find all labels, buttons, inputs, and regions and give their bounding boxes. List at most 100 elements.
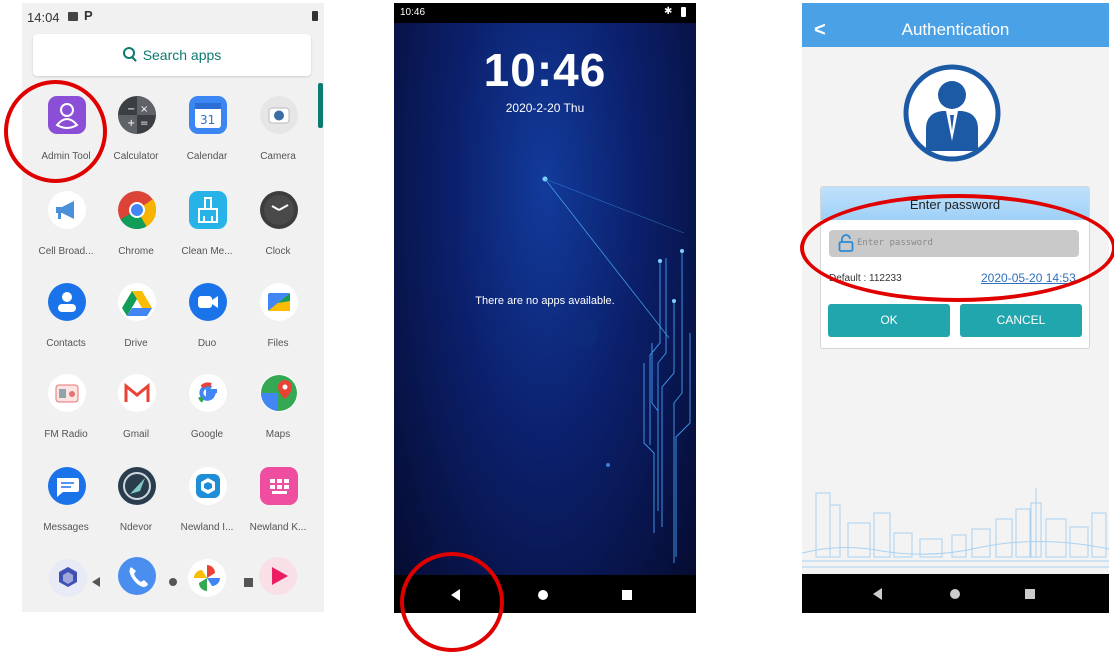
svg-text:=: = [140,118,148,129]
photos-icon[interactable] [188,559,226,597]
radio-icon [48,374,86,412]
broom-icon [189,191,227,229]
back-icon[interactable] [92,577,100,587]
app-gmail[interactable]: Gmail [100,374,172,454]
status-bar: 10:46 ✱ [394,3,696,23]
app-files[interactable]: Files [242,283,314,363]
battery-icon [681,7,686,17]
app-cell-broadcast[interactable]: Cell Broad... [30,191,102,271]
highlight-circle-admin-tool [4,80,107,183]
app-label: Duo [197,338,217,349]
home-icon[interactable] [538,590,548,600]
lock-date: 2020-2-20 Thu [505,101,585,115]
app-label: Chrome [118,246,154,257]
home-icon[interactable] [169,578,177,586]
newland-icon [189,467,227,505]
user-avatar-icon [903,64,1001,162]
recents-icon[interactable] [622,590,632,600]
messages-icon [48,467,86,505]
app-newland-keyboard[interactable]: Newland K... [242,467,314,547]
app-google[interactable]: Google [171,374,243,454]
highlight-circle-back-button [400,552,504,652]
app-duo[interactable]: Duo [171,283,243,363]
app-label: Calculator [113,151,159,162]
app-clean-master[interactable]: Clean Me... [171,191,243,271]
authentication-screen: < Authentication Enter password Enter pa… [802,3,1109,613]
play-movies-icon[interactable] [259,557,297,595]
app-label: Camera [260,151,296,162]
navigation-bar [802,574,1109,613]
app-clock[interactable]: Clock [242,191,314,271]
lock-clock: 10:46 [483,44,607,96]
drive-icon [118,283,156,321]
app-label: Newland K... [249,522,307,533]
status-bar [802,3,1109,15]
search-apps-label: Search apps [142,47,222,63]
maps-icon [260,374,298,412]
svg-text:+: + [127,118,135,129]
app-fm-radio[interactable]: FM Radio [30,374,102,454]
megaphone-icon [48,191,86,229]
app-label: Cell Broad... [38,246,94,257]
app-label: Messages [43,522,89,533]
app-calendar[interactable]: 31 Calendar [171,96,243,176]
ok-button[interactable]: OK [828,304,950,337]
status-bar: 14:04 P [22,3,324,31]
gmail-icon [118,374,156,412]
no-apps-message: There are no apps available. [475,295,615,307]
clock-icon [260,191,298,229]
app-label: Contacts [46,338,86,349]
lock-screen: 10:46 ✱ 10:46 2020-2-20 Thu There are no… [394,3,696,613]
app-label: FM Radio [44,429,88,440]
app-messages[interactable]: Messages [30,467,102,547]
app-label: Files [267,338,289,349]
app-drive[interactable]: Drive [100,283,172,363]
app-header: < Authentication [802,15,1109,47]
city-skyline-illustration [802,488,1109,568]
dock [22,551,324,612]
dock-app-icon[interactable] [49,559,87,597]
app-label: Calendar [186,151,228,162]
google-icon [189,374,227,412]
files-icon [260,283,298,321]
phone-icon[interactable] [118,557,156,595]
app-label: Drive [124,338,148,349]
app-label: Ndevor [119,522,153,533]
recents-icon[interactable] [244,578,253,587]
app-contacts[interactable]: Contacts [30,283,102,363]
contacts-icon [48,283,86,321]
app-label: Gmail [122,429,150,440]
svg-text:31: 31 [200,113,215,127]
cancel-button[interactable]: CANCEL [960,304,1082,337]
app-chrome[interactable]: Chrome [100,191,172,271]
page-title: Authentication [901,20,1010,39]
search-icon [122,47,135,59]
calendar-icon: 31 [189,96,227,134]
highlight-ellipse-password-field [800,194,1114,302]
svg-text:×: × [140,104,148,115]
scrollbar[interactable] [318,83,323,128]
status-time: 10:46 [400,7,426,18]
svg-text:−: − [127,104,135,115]
app-label: Google [190,429,224,440]
battery-icon [312,11,318,21]
notification-icon [68,12,78,21]
app-ndevor[interactable]: Ndevor [100,467,172,547]
chrome-icon [118,191,157,230]
status-time: 14:04 [27,10,60,25]
home-icon[interactable] [950,589,960,599]
app-calculator[interactable]: − × + = Calculator [100,96,172,176]
back-icon[interactable] [873,588,882,600]
duo-icon [189,283,227,321]
recents-icon[interactable] [1025,589,1035,599]
app-label: Maps [265,429,291,440]
app-camera[interactable]: Camera [242,96,314,176]
app-maps[interactable]: Maps [242,374,314,454]
calculator-icon: − × + = [118,96,156,134]
search-apps-bar[interactable]: Search apps [33,34,311,76]
app-label: Newland I... [180,522,234,533]
parking-icon: P [84,8,93,23]
bluetooth-icon: ✱ [664,6,673,17]
camera-icon [260,96,298,134]
app-newland-installer[interactable]: Newland I... [171,467,243,547]
